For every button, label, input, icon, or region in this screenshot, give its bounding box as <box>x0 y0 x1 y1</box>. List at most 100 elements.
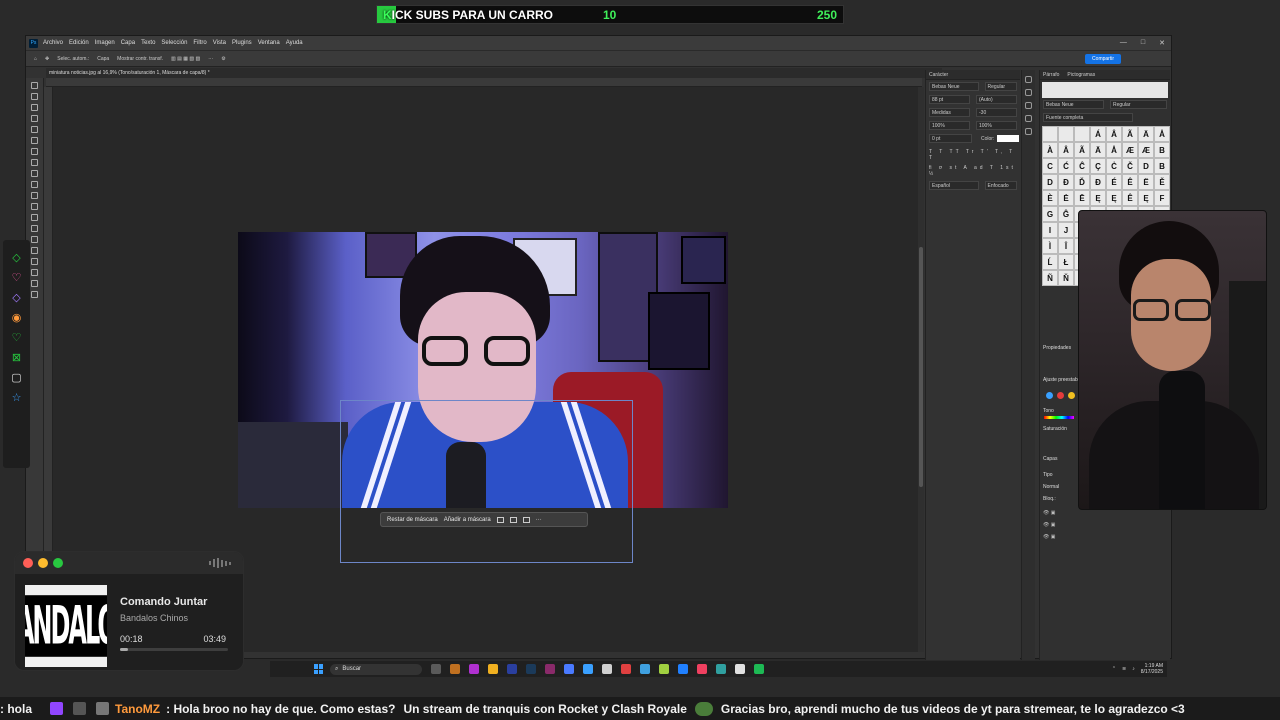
auto-select-checkbox[interactable]: Selec. autom.: <box>57 56 89 62</box>
taskbar-app-icon[interactable] <box>640 664 650 674</box>
font-family-select[interactable]: Bebas Neue <box>929 82 979 91</box>
close-dot-icon[interactable] <box>23 558 33 568</box>
crop-icon[interactable] <box>31 137 38 144</box>
glyph-cell[interactable]: Đ <box>1090 174 1106 190</box>
minimize-button[interactable]: — <box>1120 39 1127 47</box>
artboard-icon[interactable] <box>31 93 38 100</box>
taskbar-app-icon[interactable] <box>431 664 441 674</box>
brush-settings-icon[interactable] <box>1025 115 1032 122</box>
glyph-cell[interactable]: Â <box>1058 142 1074 158</box>
history-brush-icon[interactable] <box>31 192 38 199</box>
menu-vista[interactable]: Vista <box>213 40 226 46</box>
glyph-cell[interactable]: Ě <box>1154 174 1170 190</box>
menu-imagen[interactable]: Imagen <box>95 40 115 46</box>
star-icon[interactable]: ☆ <box>11 392 23 404</box>
maximize-dot-icon[interactable] <box>53 558 63 568</box>
kerning-field[interactable]: Medidas <box>929 108 970 117</box>
glyph-cell[interactable]: Ď <box>1074 174 1090 190</box>
language-select[interactable]: Español <box>929 181 979 190</box>
glyph-cell[interactable]: C <box>1042 158 1058 174</box>
preset-swatch-1[interactable] <box>1046 392 1053 399</box>
minimize-dot-icon[interactable] <box>38 558 48 568</box>
glyph-cell[interactable]: Ë <box>1138 174 1154 190</box>
font-size-field[interactable]: 88 pt <box>929 95 970 104</box>
layer-row-photo[interactable]: 👁 ▣ <box>1043 522 1055 528</box>
menu-capa[interactable]: Capa <box>121 40 135 46</box>
brush-icon[interactable] <box>31 170 38 177</box>
tracking-field[interactable]: -30 <box>976 108 1017 117</box>
horizontal-scale-field[interactable]: 100% <box>976 121 1017 130</box>
shape-icon[interactable] <box>31 258 38 265</box>
move-icon[interactable] <box>31 82 38 89</box>
taskbar-app-icon[interactable] <box>469 664 479 674</box>
type-icon[interactable] <box>31 225 38 232</box>
diamond-icon[interactable]: ◇ <box>11 292 23 304</box>
glyph-cell[interactable]: Ċ <box>1106 158 1122 174</box>
text-color-swatch[interactable] <box>997 135 1020 142</box>
recent-glyphs-strip[interactable] <box>1042 82 1168 98</box>
menu-filtro[interactable]: Filtro <box>193 40 206 46</box>
glyph-cell[interactable]: F <box>1154 190 1170 206</box>
glyph-cell[interactable]: Ñ <box>1042 270 1058 286</box>
taskbar-app-icon[interactable] <box>488 664 498 674</box>
layer-row-background[interactable]: 👁 ▣ <box>1043 534 1055 540</box>
glyph-cell[interactable]: É <box>1106 174 1122 190</box>
taskbar-app-icon[interactable] <box>526 664 536 674</box>
taskbar-clock[interactable]: 1:19 AM 8/17/2025 <box>1141 663 1163 675</box>
preset-swatch-2[interactable] <box>1057 392 1064 399</box>
menu-seleccion[interactable]: Selección <box>161 40 187 46</box>
glyph-cell[interactable] <box>1058 126 1074 142</box>
menu-edicion[interactable]: Edición <box>69 40 89 46</box>
hue-slider[interactable] <box>1044 416 1074 419</box>
glyph-cell[interactable]: Ì <box>1042 238 1058 254</box>
align-icons[interactable]: ▥ ▤ ▦ ▧ ▨ <box>171 56 200 62</box>
taskbar-app-icon[interactable] <box>754 664 764 674</box>
glyph-cell[interactable]: B <box>1154 158 1170 174</box>
glyph-cell[interactable]: Å <box>1106 142 1122 158</box>
fill-mask-icon[interactable] <box>509 516 517 523</box>
glyph-cell[interactable]: Ê <box>1122 190 1138 206</box>
opentype-buttons[interactable]: ﬁ ơ st A ad T 1st ½ <box>929 165 1017 177</box>
taskbar-search[interactable]: ⌕ Buscar <box>330 663 422 675</box>
glyph-cell[interactable]: Ē <box>1074 190 1090 206</box>
glyph-cell[interactable]: Ã <box>1122 126 1138 142</box>
healing-brush-icon[interactable] <box>31 159 38 166</box>
font-style-select[interactable]: Regular <box>984 82 1017 91</box>
taskbar-app-icon[interactable] <box>621 664 631 674</box>
settings-gear-icon[interactable]: ⚙ <box>221 56 225 62</box>
color-swatches-icon[interactable] <box>31 291 38 298</box>
lasso-icon[interactable] <box>31 115 38 122</box>
glyph-cell[interactable]: I <box>1042 222 1058 238</box>
glyph-cell[interactable]: Ĺ <box>1042 254 1058 270</box>
glyph-cell[interactable]: Ã <box>1074 142 1090 158</box>
eye-icon[interactable]: ◉ <box>11 312 23 324</box>
eraser-icon[interactable] <box>31 203 38 210</box>
glyph-cell[interactable]: Ć <box>1058 158 1074 174</box>
glyph-cell[interactable]: Ę <box>1106 190 1122 206</box>
heart-outline-icon[interactable]: ♡ <box>11 332 23 344</box>
show-transform-checkbox[interactable]: Mostrar contr. transf. <box>117 56 163 62</box>
menu-ayuda[interactable]: Ayuda <box>286 40 303 46</box>
glyph-cell[interactable]: Æ <box>1122 142 1138 158</box>
stamp-icon[interactable] <box>31 181 38 188</box>
marquee-icon[interactable] <box>31 104 38 111</box>
glyph-cell[interactable]: Ĉ <box>1074 158 1090 174</box>
glyph-cell[interactable]: Č <box>1122 158 1138 174</box>
auto-select-dropdown[interactable]: Capa <box>97 56 109 62</box>
glyph-cell[interactable]: Ä <box>1090 142 1106 158</box>
glyph-font-select[interactable]: Bebas Neue <box>1043 100 1104 109</box>
glyph-cell[interactable]: Ę <box>1138 190 1154 206</box>
windows-start-icon[interactable] <box>314 664 324 674</box>
preset-swatch-3[interactable] <box>1068 392 1075 399</box>
blend-mode-select[interactable]: Normal <box>1043 484 1059 490</box>
scrollbar-thumb[interactable] <box>919 247 923 487</box>
tab-paragraph[interactable]: Párrafo <box>1043 72 1059 78</box>
glyph-subset-select[interactable]: Fuente completa <box>1043 113 1133 122</box>
quick-select-icon[interactable] <box>31 126 38 133</box>
type-style-buttons[interactable]: T T TT Tr T' T, T T <box>929 149 1017 161</box>
glyph-cell[interactable] <box>1074 126 1090 142</box>
leading-field[interactable]: (Auto) <box>976 95 1017 104</box>
eyedropper-icon[interactable] <box>31 148 38 155</box>
add-mask-button[interactable]: Añadir a máscara <box>444 517 491 523</box>
gradient-icon[interactable] <box>31 214 38 221</box>
